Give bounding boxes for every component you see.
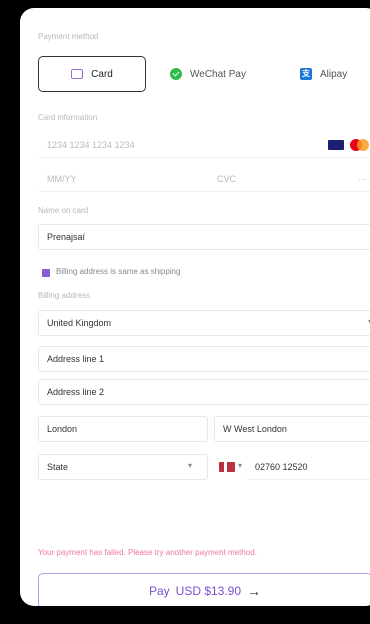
pay-button-label: Pay bbox=[148, 584, 170, 598]
country-select[interactable]: United Kingdom bbox=[38, 310, 370, 336]
tab-alipay[interactable]: 支 Alipay bbox=[290, 56, 370, 92]
address-line-2-input[interactable]: Address line 2 bbox=[38, 379, 370, 405]
pay-amount: USD $13.90 bbox=[175, 584, 242, 598]
city-input[interactable]: London bbox=[38, 416, 208, 442]
billing-address-label: Billing address bbox=[38, 291, 91, 300]
name-on-card-input[interactable]: Prenajsaí bbox=[38, 224, 370, 250]
cvc-input[interactable]: CVC bbox=[208, 166, 370, 192]
phone-input[interactable]: 02760 12520 bbox=[246, 454, 370, 480]
name-on-card-label: Name on card bbox=[38, 206, 89, 215]
alipay-icon: 支 bbox=[300, 68, 312, 80]
arrow-right-icon: → bbox=[247, 583, 262, 599]
payment-error-message: Your payment has failed. Please try anot… bbox=[38, 548, 257, 557]
billing-same-checkbox[interactable] bbox=[42, 269, 50, 277]
tab-alipay-label: Alipay bbox=[320, 68, 348, 80]
state-select[interactable]: State bbox=[38, 454, 208, 480]
mastercard-icon bbox=[350, 139, 369, 151]
phone-country-chevron-icon[interactable]: ▾ bbox=[238, 461, 242, 470]
expiry-input[interactable]: MM/YY bbox=[38, 166, 208, 192]
pay-button[interactable]: Pay USD $13.90 → bbox=[38, 573, 370, 606]
tab-wechat-label: WeChat Pay bbox=[190, 68, 246, 80]
wechat-icon bbox=[170, 68, 182, 80]
address-line-1-input[interactable]: Address line 1 bbox=[38, 346, 370, 372]
billing-same-label: Billing address is same as shipping bbox=[56, 267, 181, 276]
tab-wechat-pay[interactable]: WeChat Pay bbox=[160, 56, 270, 92]
region-input[interactable]: W West London bbox=[214, 416, 370, 442]
payment-form: Payment method Card WeChat Pay 支 Alipay … bbox=[20, 8, 370, 606]
card-icon bbox=[71, 69, 84, 79]
state-chevron-icon: ▾ bbox=[188, 461, 193, 470]
visa-icon bbox=[328, 140, 344, 150]
card-number-input[interactable]: 1234 1234 1234 1234 bbox=[38, 132, 370, 158]
card-information-label: Card information bbox=[38, 113, 98, 122]
uk-flag-icon[interactable] bbox=[219, 462, 235, 472]
tab-card[interactable]: Card bbox=[38, 56, 146, 92]
payment-method-label: Payment method bbox=[38, 32, 99, 41]
tab-card-label: Card bbox=[91, 68, 113, 80]
cvc-hint-icon: … bbox=[358, 173, 366, 182]
